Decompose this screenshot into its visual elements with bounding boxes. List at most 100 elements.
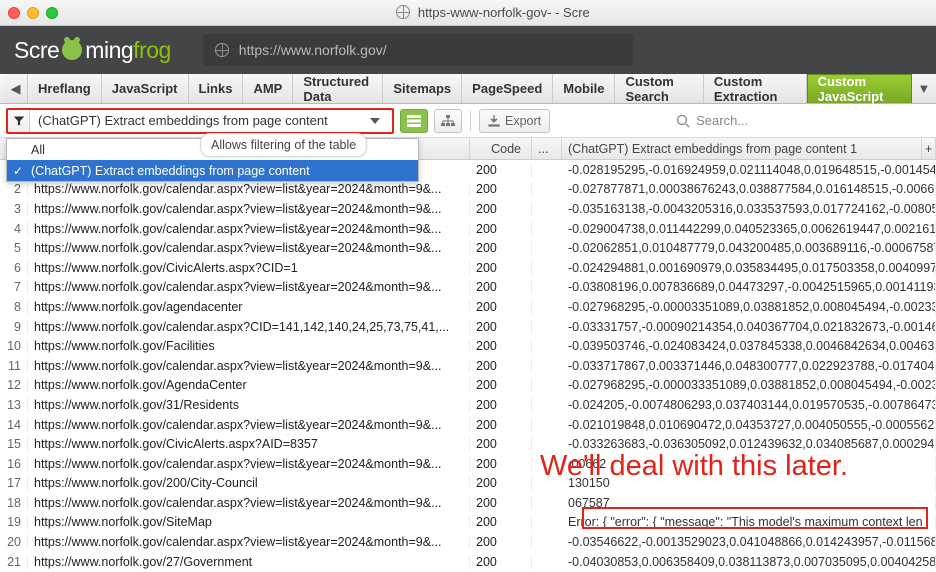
- tab-sitemaps[interactable]: Sitemaps: [383, 74, 462, 103]
- address-cell: https://www.norfolk.gov/calendar.aspx?vi…: [28, 202, 470, 216]
- col-add-button[interactable]: +: [922, 138, 936, 159]
- annotation-text: We'll deal with this later.: [540, 450, 848, 483]
- table-row[interactable]: 7https://www.norfolk.gov/calendar.aspx?v…: [0, 278, 936, 298]
- table-row[interactable]: 2https://www.norfolk.gov/calendar.aspx?v…: [0, 180, 936, 200]
- filter-option-selected[interactable]: (ChatGPT) Extract embeddings from page c…: [7, 160, 418, 181]
- tab-structured-data[interactable]: Structured Data: [293, 74, 383, 103]
- table-row[interactable]: 21https://www.norfolk.gov/27/Government2…: [0, 552, 936, 572]
- embedding-cell: -0.03331757,-0.00090214354,0.040367704,0…: [562, 320, 936, 334]
- rownum-cell: 5: [0, 241, 28, 255]
- tree-icon: [441, 115, 455, 127]
- tab-pagespeed[interactable]: PageSpeed: [462, 74, 553, 103]
- address-cell: https://www.norfolk.gov/calendar.aspx?vi…: [28, 535, 470, 549]
- caret-down-icon: [370, 118, 380, 124]
- address-cell: https://www.norfolk.gov/CivicAlerts.aspx…: [28, 261, 470, 275]
- window-title: https-www-norfolk-gov- - Scre: [58, 5, 928, 20]
- globe-icon: [215, 43, 229, 57]
- close-window-button[interactable]: [8, 7, 20, 19]
- table-row[interactable]: 14https://www.norfolk.gov/calendar.aspx?…: [0, 415, 936, 435]
- rownum-cell: 8: [0, 300, 28, 314]
- col-embeddings[interactable]: (ChatGPT) Extract embeddings from page c…: [562, 138, 922, 159]
- maximize-window-button[interactable]: [46, 7, 58, 19]
- rownum-cell: 13: [0, 398, 28, 412]
- view-list-button[interactable]: [400, 109, 428, 133]
- code-cell: 200: [470, 398, 532, 412]
- minimize-window-button[interactable]: [27, 7, 39, 19]
- tab-custom-extraction[interactable]: Custom Extraction: [704, 74, 807, 103]
- address-cell: https://www.norfolk.gov/calendar.aspx?vi…: [28, 241, 470, 255]
- export-icon: [488, 115, 500, 127]
- address-cell: https://www.norfolk.gov/calendar.aspx?vi…: [28, 457, 470, 471]
- code-cell: 200: [470, 418, 532, 432]
- rownum-cell: 6: [0, 261, 28, 275]
- address-cell: https://www.norfolk.gov/calendar.aspx?vi…: [28, 182, 470, 196]
- tab-links[interactable]: Links: [189, 74, 244, 103]
- code-cell: 200: [470, 320, 532, 334]
- tab-mobile[interactable]: Mobile: [553, 74, 615, 103]
- search-icon: [676, 114, 690, 128]
- table-row[interactable]: 6https://www.norfolk.gov/CivicAlerts.asp…: [0, 258, 936, 278]
- address-cell: https://www.norfolk.gov/calendar.aspx?vi…: [28, 496, 470, 510]
- table-row[interactable]: 19https://www.norfolk.gov/SiteMap200Erro…: [0, 513, 936, 533]
- tab-scroll-left[interactable]: ◀: [4, 74, 28, 103]
- rownum-cell: 17: [0, 476, 28, 490]
- list-icon: [407, 115, 421, 127]
- embedding-cell: -0.02062851,0.010487779,0.043200485,0.00…: [562, 241, 936, 255]
- filter-selected-value[interactable]: (ChatGPT) Extract embeddings from page c…: [30, 110, 392, 132]
- export-button[interactable]: Export: [479, 109, 550, 133]
- address-cell: https://www.norfolk.gov/SiteMap: [28, 515, 470, 529]
- embedding-cell: 067587: [562, 496, 936, 510]
- filter-icon-button[interactable]: [8, 110, 30, 132]
- table-row[interactable]: 8https://www.norfolk.gov/agendacenter200…: [0, 297, 936, 317]
- window-titlebar: https-www-norfolk-gov- - Scre: [0, 0, 936, 26]
- table-row[interactable]: 20https://www.norfolk.gov/calendar.aspx?…: [0, 532, 936, 552]
- tab-javascript[interactable]: JavaScript: [102, 74, 189, 103]
- address-cell: https://www.norfolk.gov/calendar.aspx?vi…: [28, 418, 470, 432]
- embedding-cell: -0.03808196,0.007836689,0.04473297,-0.00…: [562, 280, 936, 294]
- table-row[interactable]: 10https://www.norfolk.gov/Facilities200-…: [0, 336, 936, 356]
- view-tree-button[interactable]: [434, 109, 462, 133]
- table-row[interactable]: 3https://www.norfolk.gov/calendar.aspx?v…: [0, 199, 936, 219]
- table-body: 200-0.028195295,-0.016924959,0.021114048…: [0, 160, 936, 572]
- embedding-cell: -0.024205,-0.0074806293,0.037403144,0.01…: [562, 398, 936, 412]
- tab-bar: ◀ Hreflang JavaScript Links AMP Structur…: [0, 74, 936, 104]
- tab-hreflang[interactable]: Hreflang: [28, 74, 102, 103]
- embedding-cell: -0.021019848,0.010690472,0.04353727,0.00…: [562, 418, 936, 432]
- address-cell: https://www.norfolk.gov/AgendaCenter: [28, 378, 470, 392]
- address-cell: https://www.norfolk.gov/CivicAlerts.aspx…: [28, 437, 470, 451]
- table-row[interactable]: 13https://www.norfolk.gov/31/Residents20…: [0, 395, 936, 415]
- rownum-cell: 12: [0, 378, 28, 392]
- tab-amp[interactable]: AMP: [243, 74, 293, 103]
- toolbar: (ChatGPT) Extract embeddings from page c…: [0, 104, 936, 138]
- table-row[interactable]: 12https://www.norfolk.gov/AgendaCenter20…: [0, 376, 936, 396]
- table-row[interactable]: 4https://www.norfolk.gov/calendar.aspx?v…: [0, 219, 936, 239]
- address-cell: https://www.norfolk.gov/calendar.aspx?vi…: [28, 359, 470, 373]
- table-row[interactable]: 11https://www.norfolk.gov/calendar.aspx?…: [0, 356, 936, 376]
- code-cell: 200: [470, 202, 532, 216]
- rownum-cell: 16: [0, 457, 28, 471]
- col-code[interactable]: Code: [470, 138, 532, 159]
- url-input[interactable]: https://www.norfolk.gov/: [203, 34, 633, 66]
- code-cell: 200: [470, 555, 532, 569]
- col-dots[interactable]: ...: [532, 138, 562, 159]
- table-row[interactable]: 18https://www.norfolk.gov/calendar.aspx?…: [0, 493, 936, 513]
- code-cell: 200: [470, 300, 532, 314]
- traffic-lights: [8, 7, 58, 19]
- rownum-cell: 14: [0, 418, 28, 432]
- tab-custom-javascript[interactable]: Custom JavaScript: [807, 74, 912, 103]
- tab-overflow-menu[interactable]: ▼: [912, 74, 936, 103]
- code-cell: 200: [470, 163, 532, 177]
- frog-icon: [62, 40, 82, 60]
- address-cell: https://www.norfolk.gov/31/Residents: [28, 398, 470, 412]
- table-row[interactable]: 5https://www.norfolk.gov/calendar.aspx?v…: [0, 238, 936, 258]
- filter-dropdown[interactable]: (ChatGPT) Extract embeddings from page c…: [6, 108, 394, 134]
- rownum-cell: 7: [0, 280, 28, 294]
- tab-custom-search[interactable]: Custom Search: [615, 74, 703, 103]
- embedding-cell: -0.03546622,-0.0013529023,0.041048866,0.…: [562, 535, 936, 549]
- embedding-cell: -0.04030853,0.006358409,0.038113873,0.00…: [562, 555, 936, 569]
- table-row[interactable]: 9https://www.norfolk.gov/calendar.aspx?C…: [0, 317, 936, 337]
- rownum-cell: 4: [0, 222, 28, 236]
- search-input[interactable]: Search...: [676, 113, 748, 128]
- rownum-cell: 21: [0, 555, 28, 569]
- embedding-cell: -0.024294881,0.001690979,0.035834495,0.0…: [562, 261, 936, 275]
